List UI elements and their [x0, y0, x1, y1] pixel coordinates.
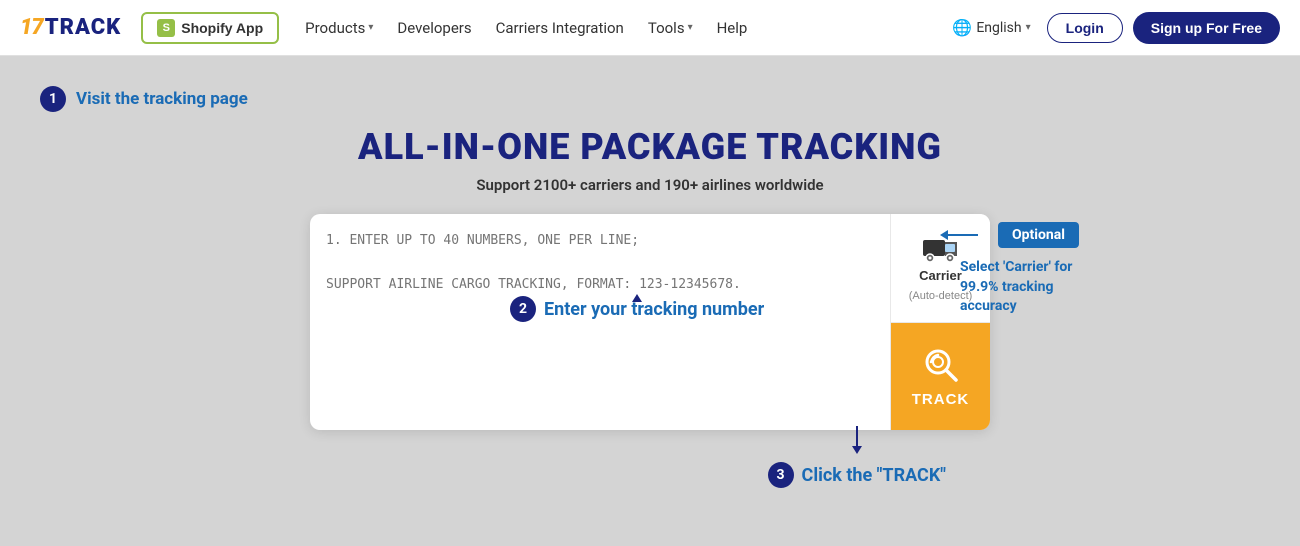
track-search-icon [921, 345, 961, 385]
tracking-input-area [310, 214, 890, 430]
products-arrow-icon: ▾ [368, 22, 373, 33]
page-title: ALL-IN-ONE PACKAGE TRACKING [0, 126, 1300, 168]
optional-annotation: Optional Select 'Carrier' for 99.9% trac… [940, 222, 1079, 317]
optional-text: Select 'Carrier' for 99.9% tracking accu… [960, 258, 1079, 317]
track-button-label: TRACK [912, 391, 970, 408]
main-nav: Products ▾ Developers Carriers Integrati… [295, 13, 946, 43]
arrow-tip-left-icon [940, 230, 948, 240]
nav-products[interactable]: Products ▾ [295, 13, 383, 43]
step1-circle: 1 [40, 86, 66, 112]
logo-17: 17 [20, 15, 43, 40]
tracking-box: Carrier (Auto-detect) TRACK [310, 214, 990, 430]
header: 17 TRACK S Shopify App Products ▾ Develo… [0, 0, 1300, 56]
track-button[interactable]: TRACK [891, 323, 990, 431]
tracking-number-input[interactable] [326, 230, 874, 410]
shopify-icon: S [157, 19, 175, 37]
language-selector[interactable]: 🌐 English ▾ [946, 14, 1036, 41]
main-content: 1 Visit the tracking page ALL-IN-ONE PAC… [0, 56, 1300, 546]
tracking-section: Carrier (Auto-detect) TRACK [0, 214, 1300, 510]
login-button[interactable]: Login [1047, 13, 1123, 43]
step1-label: Visit the tracking page [76, 89, 248, 109]
step3-label: 3 Click the "TRACK" [768, 462, 946, 488]
shopify-app-button[interactable]: S Shopify App [141, 12, 279, 44]
step3-arrow [852, 426, 862, 454]
optional-arrow: Optional [940, 222, 1079, 248]
tools-arrow-icon: ▾ [688, 22, 693, 33]
step1-row: 1 Visit the tracking page [0, 86, 1300, 112]
logo-track: TRACK [45, 15, 122, 40]
shopify-btn-label: Shopify App [181, 20, 263, 36]
arrow-line-left-icon [948, 234, 978, 236]
signup-button[interactable]: Sign up For Free [1133, 12, 1280, 44]
step3-annotation: 3 Click the "TRACK" [768, 426, 946, 488]
optional-badge: Optional [998, 222, 1079, 248]
header-right: 🌐 English ▾ Login Sign up For Free [946, 12, 1280, 44]
nav-developers[interactable]: Developers [387, 13, 481, 43]
arrow-tip-down-icon [852, 446, 862, 454]
lang-arrow-icon: ▾ [1026, 22, 1031, 33]
logo: 17 TRACK [20, 15, 121, 40]
nav-tools[interactable]: Tools ▾ [638, 13, 703, 43]
nav-help[interactable]: Help [707, 13, 758, 43]
step3-circle: 3 [768, 462, 794, 488]
lang-label: English [976, 20, 1021, 36]
inner-layout: Carrier (Auto-detect) TRACK [310, 214, 990, 430]
globe-icon: 🌐 [952, 18, 972, 37]
step3-text: Click the "TRACK" [802, 465, 946, 486]
nav-carriers-integration[interactable]: Carriers Integration [486, 13, 634, 43]
page-subtitle: Support 2100+ carriers and 190+ airlines… [0, 176, 1300, 194]
